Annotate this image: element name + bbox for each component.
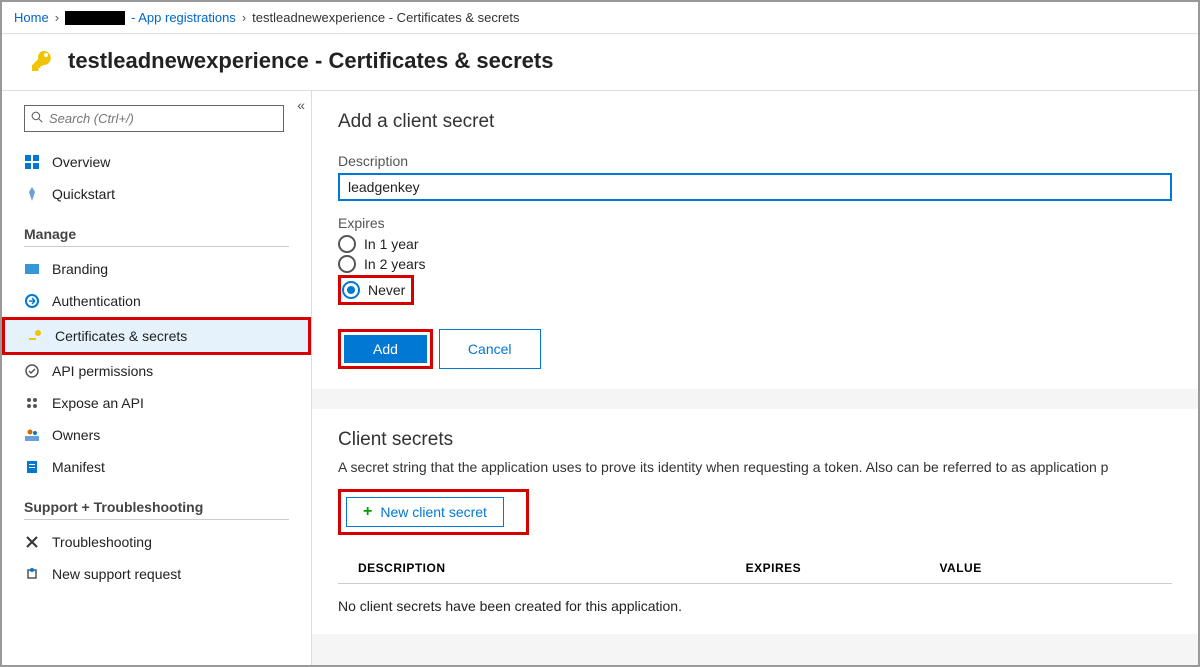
- sidebar-item-label: Owners: [52, 427, 100, 443]
- sidebar-section-manage: Manage: [24, 216, 289, 247]
- sidebar-item-authentication[interactable]: Authentication: [2, 285, 311, 317]
- client-secrets-description: A secret string that the application use…: [338, 459, 1172, 475]
- sidebar-item-label: Expose an API: [52, 395, 144, 411]
- sidebar-item-label: Overview: [52, 154, 110, 170]
- radio-icon: [338, 255, 356, 273]
- sidebar-item-label: New support request: [52, 566, 181, 582]
- search-input[interactable]: [43, 109, 277, 128]
- sidebar-item-label: Certificates & secrets: [55, 328, 187, 344]
- search-box[interactable]: [24, 105, 284, 132]
- permission-icon: [24, 363, 40, 379]
- plus-icon: +: [363, 503, 372, 521]
- people-icon: [24, 427, 40, 443]
- sidebar-item-branding[interactable]: Branding: [2, 253, 311, 285]
- radio-label: Never: [368, 282, 405, 298]
- sidebar-item-overview[interactable]: Overview: [2, 146, 311, 178]
- rocket-icon: [24, 186, 40, 202]
- sidebar-item-manifest[interactable]: Manifest: [2, 451, 311, 483]
- page-header: testleadnewexperience - Certificates & s…: [2, 34, 1198, 90]
- secrets-table: DESCRIPTION EXPIRES VALUE No client secr…: [338, 553, 1172, 614]
- sidebar-item-owners[interactable]: Owners: [2, 419, 311, 451]
- grid-icon: [24, 154, 40, 170]
- breadcrumb-current: testleadnewexperience - Certificates & s…: [252, 10, 519, 25]
- empty-message: No client secrets have been created for …: [338, 584, 1172, 614]
- sidebar-item-label: Manifest: [52, 459, 105, 475]
- radio-1year[interactable]: In 1 year: [338, 235, 1172, 253]
- sidebar-section-support: Support + Troubleshooting: [24, 489, 289, 520]
- sidebar-item-label: API permissions: [52, 363, 153, 379]
- sidebar-item-label: Quickstart: [52, 186, 115, 202]
- breadcrumb-app-registrations[interactable]: - App registrations: [131, 10, 236, 25]
- add-button[interactable]: Add: [344, 335, 427, 363]
- expires-label: Expires: [338, 215, 1172, 231]
- new-client-secret-button[interactable]: + New client secret: [346, 497, 504, 527]
- client-secrets-title: Client secrets: [338, 429, 1172, 451]
- radio-label: In 1 year: [364, 236, 418, 252]
- chevron-right-icon: ›: [55, 10, 59, 25]
- table-header: DESCRIPTION EXPIRES VALUE: [338, 553, 1172, 584]
- key-icon: [30, 49, 54, 73]
- radio-icon: [338, 235, 356, 253]
- button-label: New client secret: [380, 504, 487, 520]
- breadcrumb: Home › - App registrations › testleadnew…: [2, 2, 1198, 34]
- sidebar-item-api-permissions[interactable]: API permissions: [2, 355, 311, 387]
- breadcrumb-redacted: [65, 11, 125, 25]
- radio-icon-selected: [342, 281, 360, 299]
- radio-2years[interactable]: In 2 years: [338, 255, 1172, 273]
- radio-never[interactable]: Never: [342, 281, 405, 299]
- sidebar-item-label: Authentication: [52, 293, 141, 309]
- collapse-icon[interactable]: «: [297, 97, 305, 113]
- manifest-icon: [24, 459, 40, 475]
- wrench-icon: [24, 534, 40, 550]
- content-area: Add a client secret Description Expires …: [312, 91, 1198, 665]
- sidebar-item-troubleshooting[interactable]: Troubleshooting: [2, 526, 311, 558]
- col-value: VALUE: [939, 561, 1172, 575]
- col-description: DESCRIPTION: [338, 561, 746, 575]
- search-icon: [31, 111, 43, 126]
- col-expires: EXPIRES: [746, 561, 940, 575]
- api-icon: [24, 395, 40, 411]
- radio-label: In 2 years: [364, 256, 425, 272]
- description-label: Description: [338, 153, 1172, 169]
- sidebar-item-certificates[interactable]: Certificates & secrets: [5, 320, 308, 352]
- sidebar-item-new-support[interactable]: New support request: [2, 558, 311, 590]
- sidebar-item-quickstart[interactable]: Quickstart: [2, 178, 311, 210]
- sidebar-item-expose-api[interactable]: Expose an API: [2, 387, 311, 419]
- breadcrumb-home[interactable]: Home: [14, 10, 49, 25]
- sidebar-item-label: Branding: [52, 261, 108, 277]
- sidebar-item-label: Troubleshooting: [52, 534, 152, 550]
- page-title: testleadnewexperience - Certificates & s…: [68, 48, 553, 74]
- support-icon: [24, 566, 40, 582]
- chevron-right-icon: ›: [242, 10, 246, 25]
- cancel-button[interactable]: Cancel: [439, 329, 541, 369]
- key-icon: [27, 328, 43, 344]
- sidebar: « Overview Quickstart Manage Branding: [2, 91, 312, 665]
- auth-icon: [24, 293, 40, 309]
- client-secrets-panel: Client secrets A secret string that the …: [312, 409, 1198, 634]
- add-client-secret-panel: Add a client secret Description Expires …: [312, 91, 1198, 389]
- form-title: Add a client secret: [338, 111, 1172, 133]
- description-input[interactable]: [338, 173, 1172, 201]
- tag-icon: [24, 261, 40, 277]
